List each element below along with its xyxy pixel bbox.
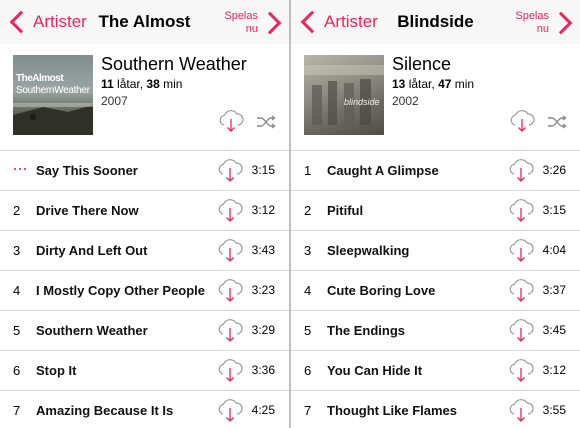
- track-row[interactable]: 7 Thought Like Flames 3:55: [291, 390, 580, 428]
- track-row[interactable]: ··· Say This Sooner 3:15: [0, 150, 289, 190]
- download-cloud-icon[interactable]: [508, 397, 534, 423]
- track-title: Thought Like Flames: [327, 403, 458, 418]
- track-title: Stop It: [36, 363, 77, 378]
- track-title: Sleepwalking: [327, 243, 410, 258]
- track-duration: 3:15: [542, 203, 566, 217]
- chevron-right-icon: [549, 11, 573, 35]
- track-number: 4: [304, 283, 312, 298]
- track-title: Caught A Glimpse: [327, 163, 439, 178]
- download-cloud-icon[interactable]: [217, 357, 243, 383]
- track-number: 7: [304, 403, 312, 418]
- track-row[interactable]: 7 Amazing Because It Is 4:25: [0, 390, 289, 428]
- album-year: 2002: [392, 94, 419, 108]
- track-duration: 3:12: [251, 203, 275, 217]
- album-title: Silence: [392, 54, 452, 74]
- track-duration: 3:26: [542, 163, 566, 177]
- track-number: 4: [13, 283, 21, 298]
- track-duration: 3:15: [251, 163, 275, 177]
- track-duration: 4:25: [251, 403, 275, 417]
- track-title: Dirty And Left Out: [36, 243, 148, 258]
- track-duration: 3:36: [251, 363, 275, 377]
- track-duration: 3:55: [542, 403, 566, 417]
- now-playing-button[interactable]: Spelas nu: [515, 9, 574, 37]
- shuffle-icon[interactable]: [547, 115, 567, 129]
- track-duration: 3:29: [251, 323, 275, 337]
- track-list: 1 Caught A Glimpse 3:26 2 Pitiful 3:15 3 Sleepw…: [291, 150, 580, 428]
- download-cloud-icon[interactable]: [508, 237, 534, 263]
- download-cloud-icon[interactable]: [218, 110, 244, 132]
- track-row[interactable]: 2 Pitiful 3:15: [291, 190, 580, 230]
- track-number: 3: [13, 243, 21, 258]
- download-cloud-icon[interactable]: [217, 237, 243, 263]
- now-playing-label: Spelas nu: [515, 10, 549, 35]
- track-duration: 3:37: [542, 283, 566, 297]
- download-cloud-icon[interactable]: [217, 157, 243, 183]
- download-cloud-icon[interactable]: [217, 277, 243, 303]
- track-title: I Mostly Copy Other People: [36, 283, 206, 298]
- track-duration: 3:23: [251, 283, 275, 297]
- track-row[interactable]: 2 Drive There Now 3:12: [0, 190, 289, 230]
- download-cloud-icon[interactable]: [508, 317, 534, 343]
- track-title: Cute Boring Love: [327, 283, 436, 298]
- album-title: Southern Weather: [101, 54, 247, 74]
- track-number: 5: [13, 323, 21, 338]
- track-row[interactable]: 3 Dirty And Left Out 3:43: [0, 230, 289, 270]
- album-header: TheAlmost SouthernWeather Southern Weath…: [0, 44, 289, 148]
- track-number: 6: [304, 363, 312, 378]
- download-cloud-icon[interactable]: [509, 110, 535, 132]
- track-title: The Endings: [327, 323, 405, 338]
- track-title: Pitiful: [327, 203, 364, 218]
- track-title: Drive There Now: [36, 203, 139, 218]
- navigation-bar: Artister The Almost Spelas nu: [0, 0, 289, 44]
- now-playing-indicator: ···: [12, 158, 28, 178]
- track-row[interactable]: 6 You Can Hide It 3:12: [291, 350, 580, 390]
- track-row[interactable]: 5 Southern Weather 3:29: [0, 310, 289, 350]
- track-number: 2: [13, 203, 21, 218]
- download-cloud-icon[interactable]: [217, 317, 243, 343]
- navigation-bar: Artister Blindside Spelas nu: [291, 0, 580, 44]
- track-title: Amazing Because It Is: [36, 403, 174, 418]
- download-cloud-icon[interactable]: [217, 397, 243, 423]
- album-panel-left: Artister The Almost Spelas nu TheAlmost …: [0, 0, 289, 428]
- album-cover: blindside: [304, 55, 384, 135]
- track-row[interactable]: 6 Stop It 3:36: [0, 350, 289, 390]
- album-cover: TheAlmost SouthernWeather: [13, 55, 93, 135]
- track-number: 6: [13, 363, 21, 378]
- album-year: 2007: [101, 94, 128, 108]
- album-header: blindside Silence 13 låtar, 47 min 2002: [291, 44, 580, 148]
- now-playing-button[interactable]: Spelas nu: [224, 9, 283, 37]
- track-title: You Can Hide It: [327, 363, 423, 378]
- download-cloud-icon[interactable]: [508, 357, 534, 383]
- download-cloud-icon[interactable]: [508, 277, 534, 303]
- track-number: 5: [304, 323, 312, 338]
- album-panel-right: Artister Blindside Spelas nu blindside S…: [291, 0, 580, 428]
- track-list: ··· Say This Sooner 3:15 2 Drive There Now 3:…: [0, 150, 289, 428]
- track-row[interactable]: 3 Sleepwalking 4:04: [291, 230, 580, 270]
- track-number: 2: [304, 203, 312, 218]
- download-cloud-icon[interactable]: [508, 197, 534, 223]
- track-duration: 3:43: [251, 243, 275, 257]
- download-cloud-icon[interactable]: [508, 157, 534, 183]
- track-number: 7: [13, 403, 21, 418]
- now-playing-label: Spelas nu: [224, 10, 258, 35]
- track-number: 3: [304, 243, 312, 258]
- track-number: 1: [304, 163, 312, 178]
- download-cloud-icon[interactable]: [217, 197, 243, 223]
- track-duration: 4:04: [542, 243, 566, 257]
- track-title: Southern Weather: [36, 323, 148, 338]
- album-meta: 11 låtar, 38 min: [101, 77, 183, 91]
- shuffle-icon[interactable]: [256, 115, 276, 129]
- track-title: Say This Sooner: [36, 163, 138, 178]
- chevron-right-icon: [258, 11, 282, 35]
- track-duration: 3:45: [542, 323, 566, 337]
- track-row[interactable]: 1 Caught A Glimpse 3:26: [291, 150, 580, 190]
- track-row[interactable]: 4 Cute Boring Love 3:37: [291, 270, 580, 310]
- track-row[interactable]: 4 I Mostly Copy Other People 3:23: [0, 270, 289, 310]
- track-row[interactable]: 5 The Endings 3:45: [291, 310, 580, 350]
- track-duration: 3:12: [542, 363, 566, 377]
- album-meta: 13 låtar, 47 min: [392, 77, 475, 91]
